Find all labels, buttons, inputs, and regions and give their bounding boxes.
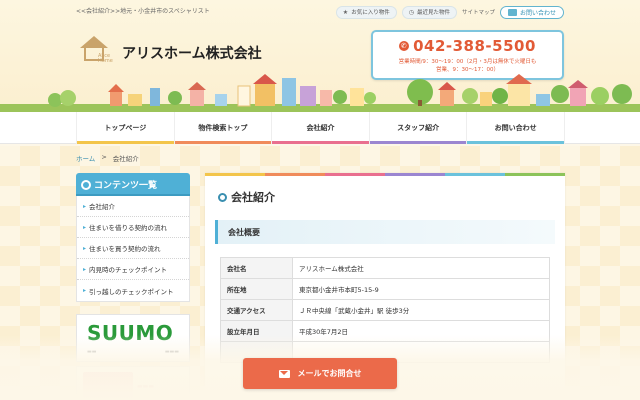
header-contact-label: お問い合わせ [519,9,556,17]
rainbow-divider [205,173,565,176]
table-key: 交通アクセス [220,299,293,321]
sidebar-item-moving-check[interactable]: ▸ 引っ越しのチェックポイント [77,280,189,301]
section-heading: 会社概要 [215,220,555,244]
nav-color-bar [369,141,467,144]
history-label: 最近見た物件 [416,10,450,16]
table-value: ＪＲ中央線「武蔵小金井」駅 徒歩3分 [292,299,550,321]
sidebar-item-label: 住まいを借りる契約の流れ [89,224,168,232]
table-row: 会社名 アリスホーム株式会社 [220,257,550,279]
chevron-right-icon: ▸ [83,202,87,210]
nav-color-bar [272,141,369,144]
clock-icon: ◷ [408,8,414,16]
page-title: 会社紹介 [218,189,275,205]
nav-color-bar [174,141,272,144]
sidebar-item-rent-flow[interactable]: ▸ 住まいを借りる契約の流れ [77,217,189,238]
chevron-right-icon: ▸ [83,287,87,294]
town-illustration [0,74,640,112]
phone-text: 042-388-5500 [413,37,536,55]
breadcrumb-home-link[interactable]: ホーム [76,153,95,163]
sidebar-item-company[interactable]: ▸ 会社紹介 [77,196,189,217]
ring-icon [218,192,227,202]
logo-subtext: Alice Home [98,53,113,64]
envelope-icon [507,8,517,16]
breadcrumb-separator: > [101,153,107,161]
table-row: 交通アクセス ＪＲ中央線「武蔵小金井」駅 徒歩3分 [220,299,550,321]
chevron-right-icon: ▸ [83,244,87,252]
table-value: アリスホーム株式会社 [292,257,550,279]
nav-item-staff[interactable]: スタッフ紹介 [368,112,467,144]
nav-item-label: お問い合わせ [494,124,537,132]
envelope-icon [278,369,290,378]
mail-contact-button[interactable]: メールでお問合せ [243,358,397,389]
sidebar-title: コンテンツ一覧 [94,181,158,191]
nav-item-top[interactable]: トップページ [76,112,174,144]
site-tagline: <<会社紹介>>地元・小金井市のスペシャリスト [76,8,210,15]
table-row: 所在地 東京都小金井市本町5-15-9 [220,278,550,300]
company-name: アリスホーム株式会社 [122,46,262,62]
table-key: 会社名 [220,257,293,279]
sitemap-link[interactable]: サイトマップ [462,8,495,16]
sidebar-item-label: 内見時のチェックポイント [89,266,168,274]
header-contact-button[interactable]: お問い合わせ [499,5,564,19]
star-icon: ★ [342,8,349,16]
nav-item-label: 物件検索トップ [198,124,248,132]
nav-color-bar [467,141,564,144]
favorites-label: お気に入り物件 [351,10,390,16]
page-title-text: 会社紹介 [231,191,275,204]
main-navigation: トップページ 物件検索トップ 会社紹介 スタッフ紹介 お問い合わせ [0,112,640,144]
sidebar-item-label: 会社紹介 [89,203,116,211]
favorites-button[interactable]: ★ お気に入り物件 [335,5,397,19]
chevron-right-icon: ▸ [83,265,87,273]
sidebar-item-label: 住まいを買う契約の流れ [89,245,161,253]
mail-contact-label: メールでお問合せ [297,369,362,378]
table-key: 所在地 [220,278,293,300]
table-value: 東京都小金井市本町5-15-9 [292,278,550,300]
history-button[interactable]: ◷ 最近見た物件 [401,5,457,19]
site-header: <<会社紹介>>地元・小金井市のスペシャリスト ★ お気に入り物件 ◷ 最近見た… [0,0,640,112]
sidebar-item-label: 引っ越しのチェックポイント [89,287,174,296]
breadcrumb-current: 会社紹介 [112,155,139,163]
chevron-right-icon: ▸ [83,223,87,231]
breadcrumb: ホーム > 会社紹介 [76,153,139,163]
sidebar-menu: ▸ 会社紹介 ▸ 住まいを借りる契約の流れ ▸ 住まいを買う契約の流れ ▸ 内見… [76,196,190,302]
sidebar-header: コンテンツ一覧 [76,173,190,196]
sidebar-item-viewing-check[interactable]: ▸ 内見時のチェックポイント [77,259,189,280]
nav-item-contact[interactable]: お問い合わせ [466,112,565,144]
header-utility-links: ★ お気に入り物件 ◷ 最近見た物件 サイトマップ お問い合わせ [335,5,564,19]
sidebar-item-buy-flow[interactable]: ▸ 住まいを買う契約の流れ [77,238,189,259]
nav-item-search[interactable]: 物件検索トップ [173,112,272,144]
phone-icon: ✆ [399,41,410,51]
nav-item-label: トップページ [104,124,147,132]
phone-number[interactable]: ✆ 042-388-5500 [373,37,562,55]
nav-item-label: スタッフ紹介 [397,124,440,132]
circle-icon [81,179,91,190]
nav-color-bar [77,141,174,144]
nav-item-company[interactable]: 会社紹介 [271,112,369,144]
nav-item-label: 会社紹介 [306,124,335,132]
